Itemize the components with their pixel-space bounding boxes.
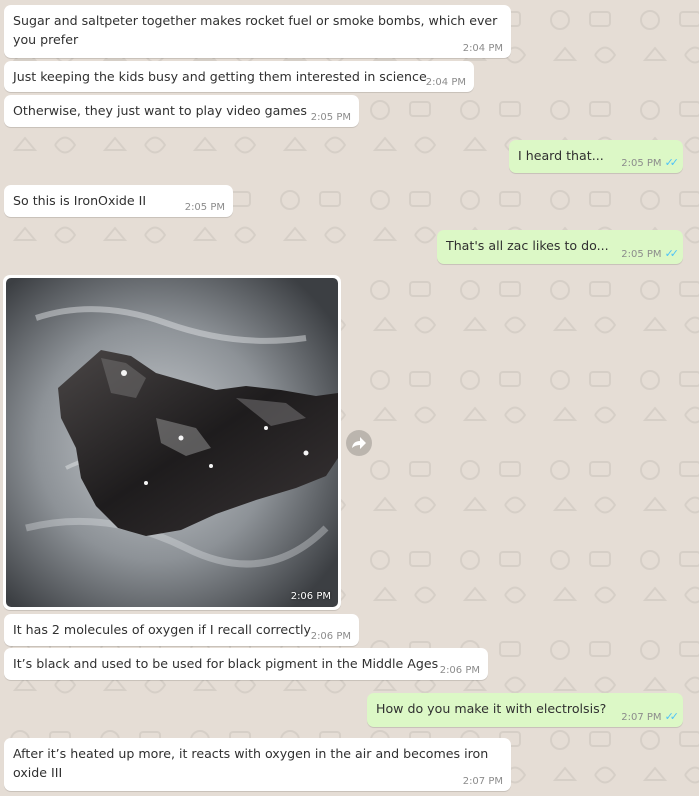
message-outgoing[interactable]: That's all zac likes to do... 2:05 PM ✓✓ <box>437 230 683 264</box>
message-text: Otherwise, they just want to play video … <box>13 103 307 118</box>
message-incoming[interactable]: It has 2 molecules of oxygen if I recall… <box>4 614 359 646</box>
message-text: It’s black and used to be used for black… <box>13 656 439 671</box>
message-outgoing[interactable]: How do you make it with electrolsis? 2:0… <box>367 693 683 727</box>
message-time: 2:07 PM <box>462 776 503 787</box>
double-check-icon: ✓✓ <box>664 156 680 169</box>
message-time: 2:06 PM <box>310 631 351 642</box>
double-check-icon: ✓✓ <box>664 247 680 260</box>
message-text: Just keeping the kids busy and getting t… <box>13 69 427 84</box>
message-incoming[interactable]: Sugar and saltpeter together makes rocke… <box>4 5 511 58</box>
message-time-status: 2:07 PM ✓✓ <box>621 710 680 724</box>
forward-arrow-icon <box>352 437 366 449</box>
message-text: I heard that... <box>518 148 604 163</box>
message-text: It has 2 molecules of oxygen if I recall… <box>13 622 311 637</box>
message-text: Sugar and saltpeter together makes rocke… <box>13 13 498 47</box>
message-time: 2:06 PM <box>290 591 331 602</box>
message-incoming[interactable]: After it’s heated up more, it reacts wit… <box>4 738 511 791</box>
message-text: How do you make it with electrolsis? <box>376 701 607 716</box>
message-time-status: 2:05 PM ✓✓ <box>621 247 680 261</box>
forward-button[interactable] <box>346 430 372 456</box>
message-time: 2:05 PM <box>184 202 225 213</box>
message-incoming[interactable]: It’s black and used to be used for black… <box>4 648 488 680</box>
message-time: 2:04 PM <box>462 43 503 54</box>
message-text: After it’s heated up more, it reacts wit… <box>13 746 489 780</box>
message-outgoing[interactable]: I heard that... 2:05 PM ✓✓ <box>509 140 683 173</box>
message-image[interactable]: 2:06 PM <box>3 275 341 610</box>
message-time: 2:06 PM <box>439 665 480 676</box>
message-time: 2:05 PM <box>621 158 662 169</box>
message-time: 2:05 PM <box>621 249 662 260</box>
message-incoming[interactable]: Otherwise, they just want to play video … <box>4 95 359 127</box>
double-check-icon: ✓✓ <box>664 710 680 723</box>
message-time: 2:04 PM <box>425 77 466 88</box>
message-text: That's all zac likes to do... <box>446 238 609 253</box>
message-incoming[interactable]: Just keeping the kids busy and getting t… <box>4 61 474 92</box>
message-incoming[interactable]: So this is IronOxide II 2:05 PM <box>4 185 233 217</box>
message-time: 2:07 PM <box>621 712 662 723</box>
message-time-status: 2:05 PM ✓✓ <box>621 156 680 170</box>
message-text: So this is IronOxide II <box>13 193 147 208</box>
message-time: 2:05 PM <box>310 112 351 123</box>
iron-oxide-photo[interactable] <box>6 278 338 607</box>
